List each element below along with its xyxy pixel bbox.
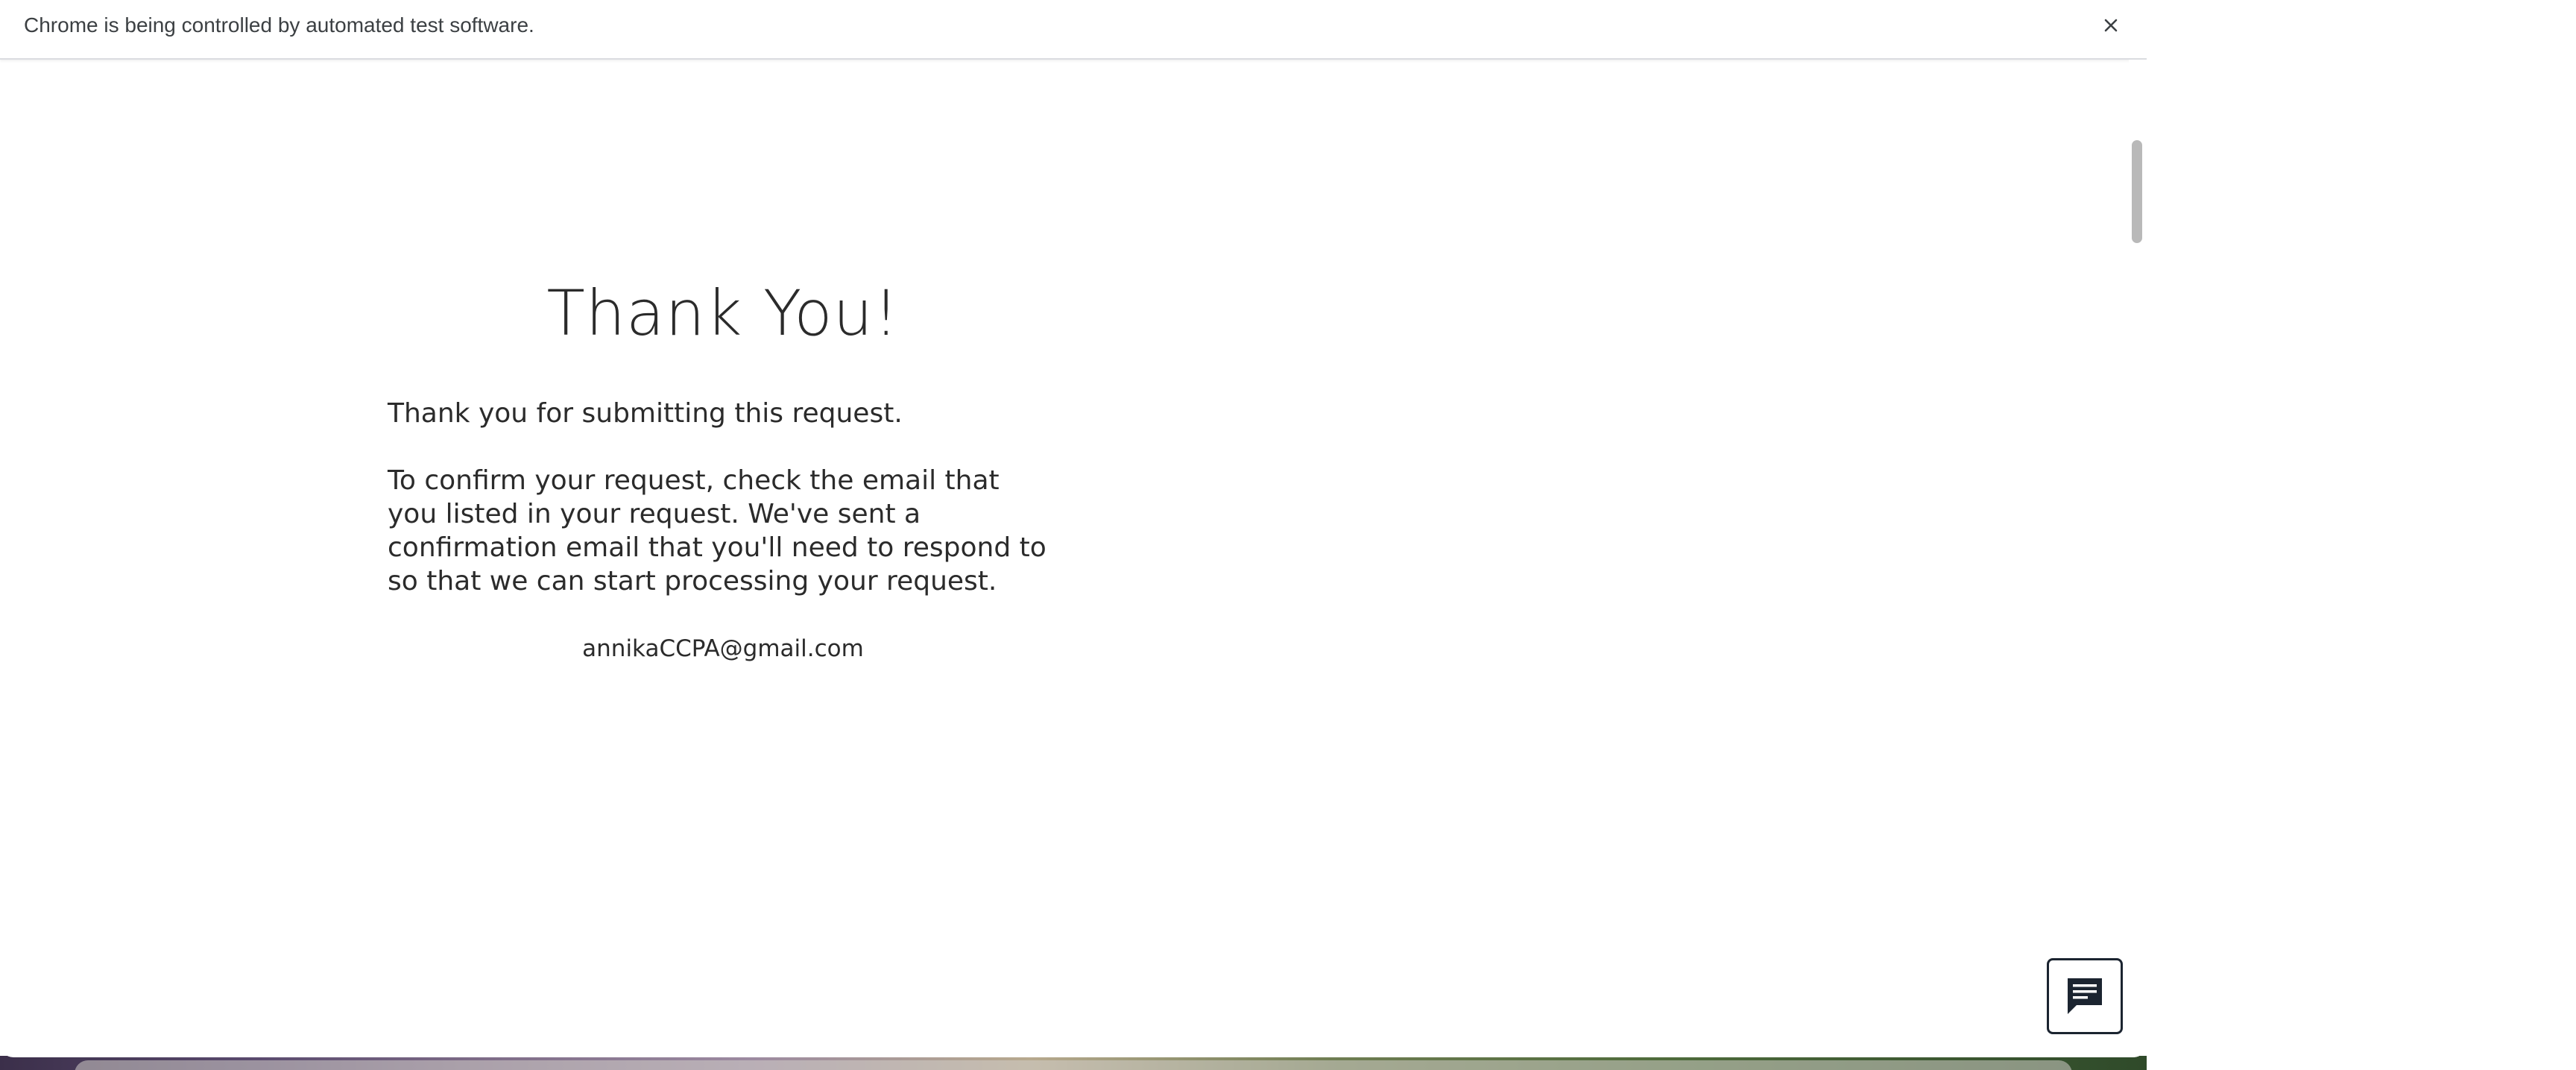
dock (75, 1060, 2072, 1070)
page-title: Thank You! (546, 277, 900, 350)
browser-window: Chrome is being controlled by automated … (0, 0, 2147, 1057)
confirmation-instructions: To confirm your request, check the email… (388, 465, 1046, 597)
scrollbar-thumb[interactable] (2132, 140, 2142, 243)
infobar-message: Chrome is being controlled by automated … (24, 13, 534, 37)
close-icon (2104, 19, 2118, 32)
desktop-background (2147, 0, 2576, 1070)
submission-message: Thank you for submitting this request. (388, 398, 903, 429)
screen: Chrome is being controlled by automated … (0, 0, 2576, 1070)
submitted-email: annikaCCPA@gmail.com (582, 635, 864, 662)
automation-infobar: Chrome is being controlled by automated … (0, 0, 2147, 60)
chat-icon (2068, 978, 2102, 1014)
infobar-close-button[interactable] (2097, 12, 2124, 39)
chat-button[interactable] (2047, 958, 2123, 1034)
